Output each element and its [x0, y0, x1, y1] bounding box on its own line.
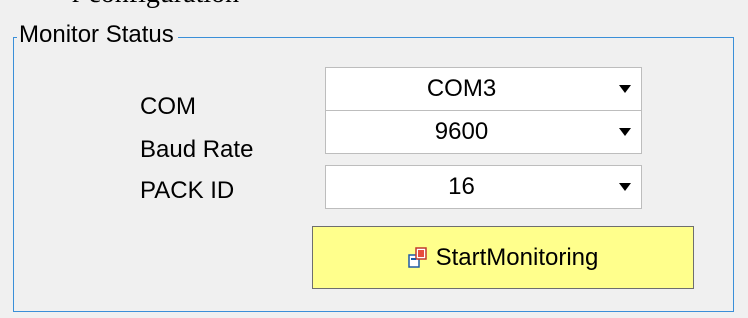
pack-id-combobox-value: 16	[448, 173, 475, 200]
chevron-down-icon[interactable]	[619, 183, 631, 191]
com-label: COM	[140, 93, 196, 120]
baud-rate-combobox[interactable]: 9600	[325, 110, 642, 154]
chevron-down-icon[interactable]	[619, 85, 631, 93]
pack-id-combobox[interactable]: 16	[325, 165, 642, 209]
start-monitoring-button[interactable]: StartMonitoring	[312, 226, 694, 289]
chevron-down-icon[interactable]	[619, 128, 631, 136]
pack-id-label: PACK ID	[140, 177, 235, 204]
cut-off-header-text: r configuration	[72, 0, 239, 10]
com-combobox[interactable]: COM3	[325, 67, 642, 111]
baud-rate-combobox-value: 9600	[434, 118, 489, 145]
cut-off-header-strip: r configuration	[0, 0, 748, 10]
groupbox-title: Monitor Status	[17, 17, 178, 53]
connect-icon	[407, 246, 428, 269]
start-monitoring-label: StartMonitoring	[435, 243, 599, 271]
baud-rate-label: Baud Rate	[140, 136, 254, 163]
com-combobox-value: COM3	[426, 75, 497, 102]
